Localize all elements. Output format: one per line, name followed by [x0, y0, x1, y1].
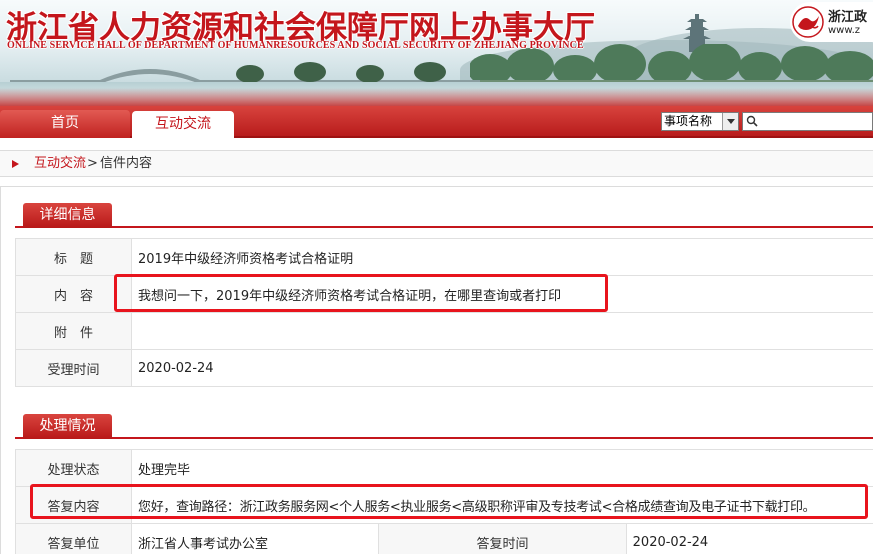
main-nav: 首页 互动交流 事项名称 [0, 106, 873, 140]
breadcrumb-link-interaction[interactable]: 互动交流 [34, 151, 86, 176]
gov-logo-url: www.z [828, 25, 861, 36]
table-row: 标 题 2019年中级经济师资格考试合格证明 [15, 238, 873, 276]
attachment-value [131, 312, 873, 350]
tab-home[interactable]: 首页 [0, 110, 130, 138]
reply-time-value: 2020-02-24 [625, 523, 873, 554]
title-label: 标 题 [15, 238, 132, 276]
banner-foreground [0, 88, 873, 106]
detail-section-header: 详细信息 [15, 201, 873, 228]
search-category-select[interactable]: 事项名称 [661, 112, 739, 131]
accept-time-label: 受理时间 [15, 349, 132, 387]
detail-section-title: 详细信息 [23, 203, 112, 228]
tab-interaction[interactable]: 互动交流 [132, 111, 234, 140]
status-value: 处理完毕 [131, 449, 873, 487]
zhejiang-gov-emblem-icon [792, 6, 824, 38]
reply-unit-value: 浙江省人事考试办公室 [130, 523, 380, 554]
handling-section-header: 处理情况 [15, 412, 873, 439]
chevron-down-icon[interactable] [722, 113, 738, 130]
search-icon[interactable] [746, 115, 758, 127]
reply-value: 您好，查询路径：浙江政务服务网<个人服务<执业服务<高级职称评审及专技考试<合格… [131, 486, 873, 524]
header-banner: 浙江省人力资源和社会保障厅网上办事大厅 ONLINE SERVICE HALL … [0, 0, 873, 106]
table-row: 答复内容 您好，查询路径：浙江政务服务网<个人服务<执业服务<高级职称评审及专技… [15, 486, 873, 524]
breadcrumb-separator: > [87, 156, 98, 171]
breadcrumb-current: 信件内容 [100, 156, 153, 171]
breadcrumb: 互动交流 > 信件内容 [0, 150, 873, 177]
letter-content-panel: 详细信息 标 题 2019年中级经济师资格考试合格证明 内 容 我想问一下，20… [0, 186, 873, 554]
zhejiang-gov-logo[interactable]: 浙江政 www.z [790, 2, 873, 42]
search-category-value: 事项名称 [664, 114, 713, 128]
attachment-label: 附 件 [15, 312, 132, 350]
search-input[interactable] [742, 112, 873, 131]
table-row: 附 件 [15, 312, 873, 350]
detail-table: 标 题 2019年中级经济师资格考试合格证明 内 容 我想问一下，2019年中级… [15, 238, 873, 387]
accept-time-value: 2020-02-24 [131, 349, 873, 387]
table-row: 处理状态 处理完毕 [15, 449, 873, 487]
content-value: 我想问一下，2019年中级经济师资格考试合格证明，在哪里查询或者打印 [131, 275, 873, 313]
status-label: 处理状态 [15, 449, 132, 487]
breadcrumb-arrow-icon [12, 160, 19, 168]
gov-logo-name: 浙江政 [828, 10, 868, 25]
handling-section-title: 处理情况 [23, 414, 112, 439]
table-row: 内 容 我想问一下，2019年中级经济师资格考试合格证明，在哪里查询或者打印 [15, 275, 873, 313]
reply-time-label: 答复时间 [378, 523, 627, 554]
title-value: 2019年中级经济师资格考试合格证明 [131, 238, 873, 276]
table-row: 受理时间 2020-02-24 [15, 349, 873, 387]
reply-unit-label: 答复单位 [15, 523, 132, 554]
table-row: 答复单位 浙江省人事考试办公室 答复时间 2020-02-24 [15, 523, 873, 554]
reply-label: 答复内容 [15, 486, 132, 524]
handling-table: 处理状态 处理完毕 答复内容 您好，查询路径：浙江政务服务网<个人服务<执业服务… [15, 449, 873, 554]
content-label: 内 容 [15, 275, 132, 313]
site-subtitle: ONLINE SERVICE HALL OF DEPARTMENT OF HUM… [7, 40, 584, 51]
